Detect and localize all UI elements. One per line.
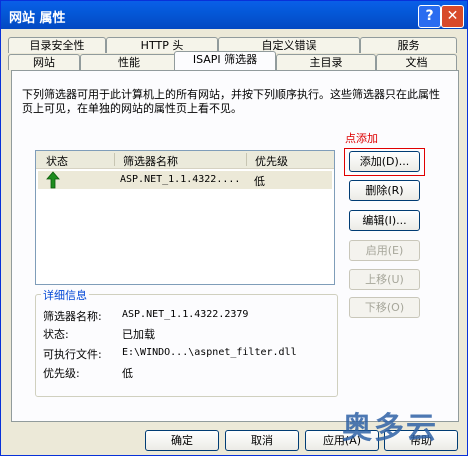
filter-list[interactable]: 状态 筛选器名称 优先级 ASP.NET_1.1.4322.... 低 bbox=[35, 150, 335, 285]
detail-value-executable: E:\WINDO...\aspnet_filter.dll bbox=[122, 347, 297, 358]
detail-value-name: ASP.NET_1.1.4322.2379 bbox=[122, 309, 249, 320]
detail-value-priority: 低 bbox=[122, 367, 133, 380]
cancel-button[interactable]: 取消 bbox=[225, 430, 299, 451]
header-divider[interactable] bbox=[246, 153, 247, 166]
details-group-label: 详细信息 bbox=[41, 287, 89, 303]
tab-directory-security[interactable]: 目录安全性 bbox=[8, 37, 106, 53]
watermark-logo: 奥多云 bbox=[342, 411, 438, 446]
detail-value-status: 已加载 bbox=[122, 328, 155, 341]
detail-label-name: 筛选器名称: bbox=[43, 310, 102, 323]
detail-label-status: 状态: bbox=[43, 328, 69, 341]
window-title: 网站 属性 bbox=[9, 11, 66, 26]
title-bar[interactable]: 网站 属性 ? ✕ bbox=[1, 1, 467, 29]
description-text: 下列筛选器可用于此计算机上的所有网站，并按下列顺序执行。这些筛选器只在此属性页上… bbox=[22, 88, 440, 115]
detail-label-priority: 优先级: bbox=[43, 367, 80, 380]
move-up-button[interactable]: 上移(U) bbox=[349, 269, 420, 290]
header-filter-name[interactable]: 筛选器名称 bbox=[123, 153, 178, 169]
edit-button[interactable]: 编辑(I)... bbox=[349, 210, 420, 231]
tab-isapi-filters[interactable]: ISAPI 筛选器 bbox=[174, 51, 276, 71]
remove-button[interactable]: 删除(R) bbox=[349, 180, 420, 201]
header-status[interactable]: 状态 bbox=[46, 153, 68, 169]
header-divider[interactable] bbox=[114, 153, 115, 166]
header-priority[interactable]: 优先级 bbox=[255, 153, 288, 169]
close-button[interactable]: ✕ bbox=[441, 5, 464, 28]
tab-website[interactable]: 网站 bbox=[8, 54, 80, 70]
list-header: 状态 筛选器名称 优先级 bbox=[36, 151, 334, 169]
green-up-arrow-icon bbox=[46, 171, 60, 189]
tab-home-directory[interactable]: 主目录 bbox=[276, 54, 376, 70]
tab-documents[interactable]: 文档 bbox=[376, 54, 457, 70]
add-hint-annotation: 点添加 bbox=[345, 132, 378, 145]
tab-row-2: 网站 性能 ISAPI 筛选器 主目录 文档 bbox=[6, 51, 461, 71]
title-help-button[interactable]: ? bbox=[418, 5, 441, 28]
add-button[interactable]: 添加(D)... bbox=[349, 151, 420, 172]
detail-label-executable: 可执行文件: bbox=[43, 348, 102, 361]
enable-button[interactable]: 启用(E) bbox=[349, 240, 420, 261]
ok-button[interactable]: 确定 bbox=[145, 430, 219, 451]
tab-performance[interactable]: 性能 bbox=[80, 54, 178, 70]
list-item[interactable]: ASP.NET_1.1.4322.... 低 bbox=[38, 171, 332, 189]
tab-service[interactable]: 服务 bbox=[360, 37, 457, 53]
priority-cell: 低 bbox=[254, 175, 265, 188]
move-down-button[interactable]: 下移(O) bbox=[349, 297, 420, 318]
filter-name-cell: ASP.NET_1.1.4322.... bbox=[120, 174, 241, 185]
